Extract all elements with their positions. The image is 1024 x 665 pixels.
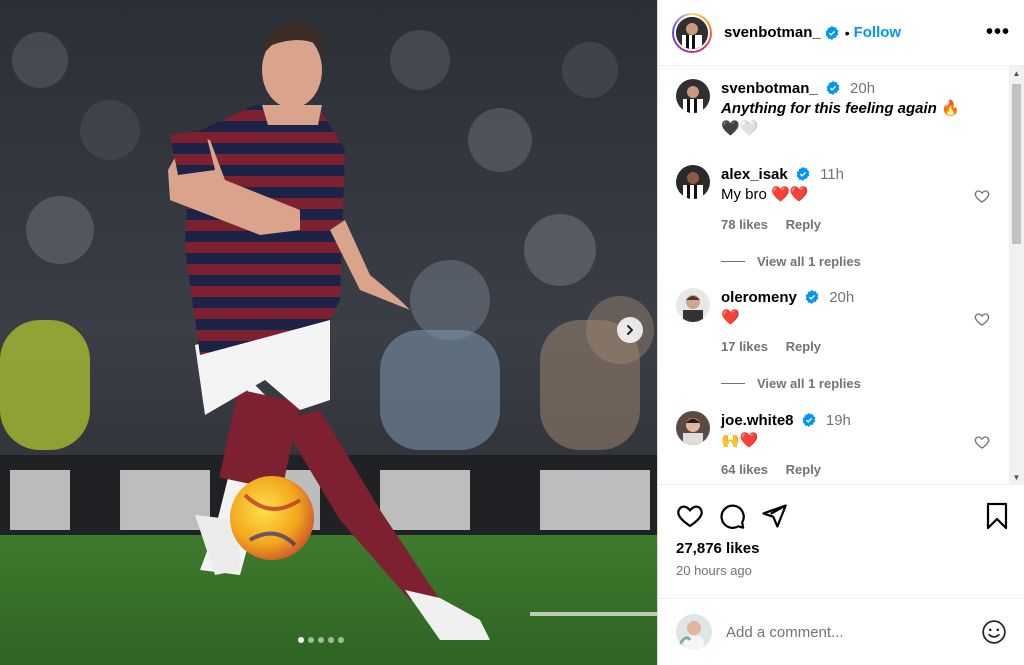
comment-text: ❤️ [721, 309, 740, 326]
follow-button[interactable]: Follow [854, 24, 902, 41]
reply-button[interactable]: Reply [786, 462, 821, 477]
likes-count[interactable]: 27,876 likes [676, 540, 759, 557]
comment-likes[interactable]: 17 likes [721, 339, 768, 354]
comment-icon[interactable] [718, 502, 746, 530]
comment-likes[interactable]: 64 likes [721, 462, 768, 477]
author-avatar[interactable] [672, 12, 712, 53]
heart-icon[interactable] [974, 188, 990, 204]
caption-text: Anything for this feeling again [721, 100, 937, 117]
comment-meta: 64 likes Reply [721, 462, 835, 477]
comments-list[interactable]: svenbotman_ 20h Anything for this feelin… [658, 66, 1010, 484]
comment-text: My bro ❤️❤️ [721, 186, 809, 203]
header-separator: • [844, 24, 850, 41]
caption-emoji: 🔥 [941, 100, 960, 117]
verified-badge-icon [796, 167, 810, 181]
comment-item: alex_isak 11h My bro ❤️❤️ [676, 165, 844, 205]
comment-meta: 17 likes Reply [721, 339, 835, 354]
comment-username[interactable]: alex_isak [721, 166, 788, 183]
comment-avatar[interactable] [676, 165, 710, 199]
comment-item: joe.white8 19h 🙌❤️ [676, 411, 851, 451]
comments-scrollbar[interactable]: ▲ ▼ [1009, 66, 1024, 484]
comment-avatar[interactable] [676, 288, 710, 322]
caption-row: svenbotman_ 20h Anything for this feelin… [676, 79, 960, 139]
view-replies-button[interactable]: View all 1 replies [721, 254, 861, 269]
reply-button[interactable]: Reply [786, 217, 821, 232]
post-actions: 27,876 likes 20 hours ago [658, 484, 1024, 578]
verified-badge-icon [825, 25, 839, 40]
comment-likes[interactable]: 78 likes [721, 217, 768, 232]
caption-username[interactable]: svenbotman_ [721, 80, 818, 97]
carousel-dot [328, 637, 334, 643]
share-icon[interactable] [760, 502, 788, 530]
instagram-post-view: svenbotman_ • Follow ••• svenbotman_ 20h [0, 0, 1024, 665]
replies-divider [721, 383, 745, 384]
post-media[interactable] [0, 0, 657, 665]
comment-avatar[interactable] [676, 411, 710, 445]
verified-badge-icon [826, 81, 840, 95]
comment-item: oleromeny 20h ❤️ [676, 288, 854, 328]
author-username[interactable]: svenbotman_ [724, 24, 821, 41]
scroll-down-arrow-icon[interactable]: ▼ [1009, 470, 1024, 484]
replies-divider [721, 261, 745, 262]
carousel-indicator [298, 637, 344, 643]
carousel-dot [338, 637, 344, 643]
view-replies-button[interactable]: View all 1 replies [721, 376, 861, 391]
heart-icon[interactable] [974, 434, 990, 450]
like-heart-icon[interactable] [676, 502, 704, 530]
verified-badge-icon [802, 413, 816, 427]
heart-icon[interactable] [974, 311, 990, 327]
comment-username[interactable]: joe.white8 [721, 412, 794, 429]
more-options-button[interactable]: ••• [986, 21, 1010, 44]
post-header: svenbotman_ • Follow ••• [658, 0, 1024, 66]
comment-username[interactable]: oleromeny [721, 289, 797, 306]
caption-time: 20h [850, 80, 876, 97]
chevron-right-icon [627, 325, 633, 335]
scrollbar-thumb[interactable] [1012, 84, 1021, 244]
comment-text: 🙌❤️ [721, 432, 759, 449]
comment-time: 20h [829, 289, 855, 306]
post-photo [0, 0, 657, 665]
view-replies-label: View all 1 replies [757, 376, 861, 391]
comment-time: 11h [820, 166, 844, 183]
add-comment-bar: Add a comment... [658, 598, 1024, 665]
verified-badge-icon [805, 290, 819, 304]
current-user-avatar [676, 614, 712, 650]
reply-button[interactable]: Reply [786, 339, 821, 354]
comment-meta: 78 likes Reply [721, 217, 835, 232]
caption-avatar[interactable] [676, 79, 710, 113]
post-details-panel: svenbotman_ • Follow ••• svenbotman_ 20h [657, 0, 1024, 665]
comment-input[interactable]: Add a comment... [726, 624, 981, 641]
carousel-dot [318, 637, 324, 643]
post-timestamp: 20 hours ago [676, 563, 752, 578]
scroll-up-arrow-icon[interactable]: ▲ [1009, 66, 1024, 80]
comment-time: 19h [825, 412, 851, 429]
carousel-dot [308, 637, 314, 643]
carousel-dot [298, 637, 304, 643]
bookmark-icon[interactable] [985, 502, 1009, 530]
carousel-next-button[interactable] [617, 317, 643, 343]
caption-line2: 🖤🤍 [721, 120, 759, 137]
emoji-icon[interactable] [981, 619, 1007, 645]
view-replies-label: View all 1 replies [757, 254, 861, 269]
